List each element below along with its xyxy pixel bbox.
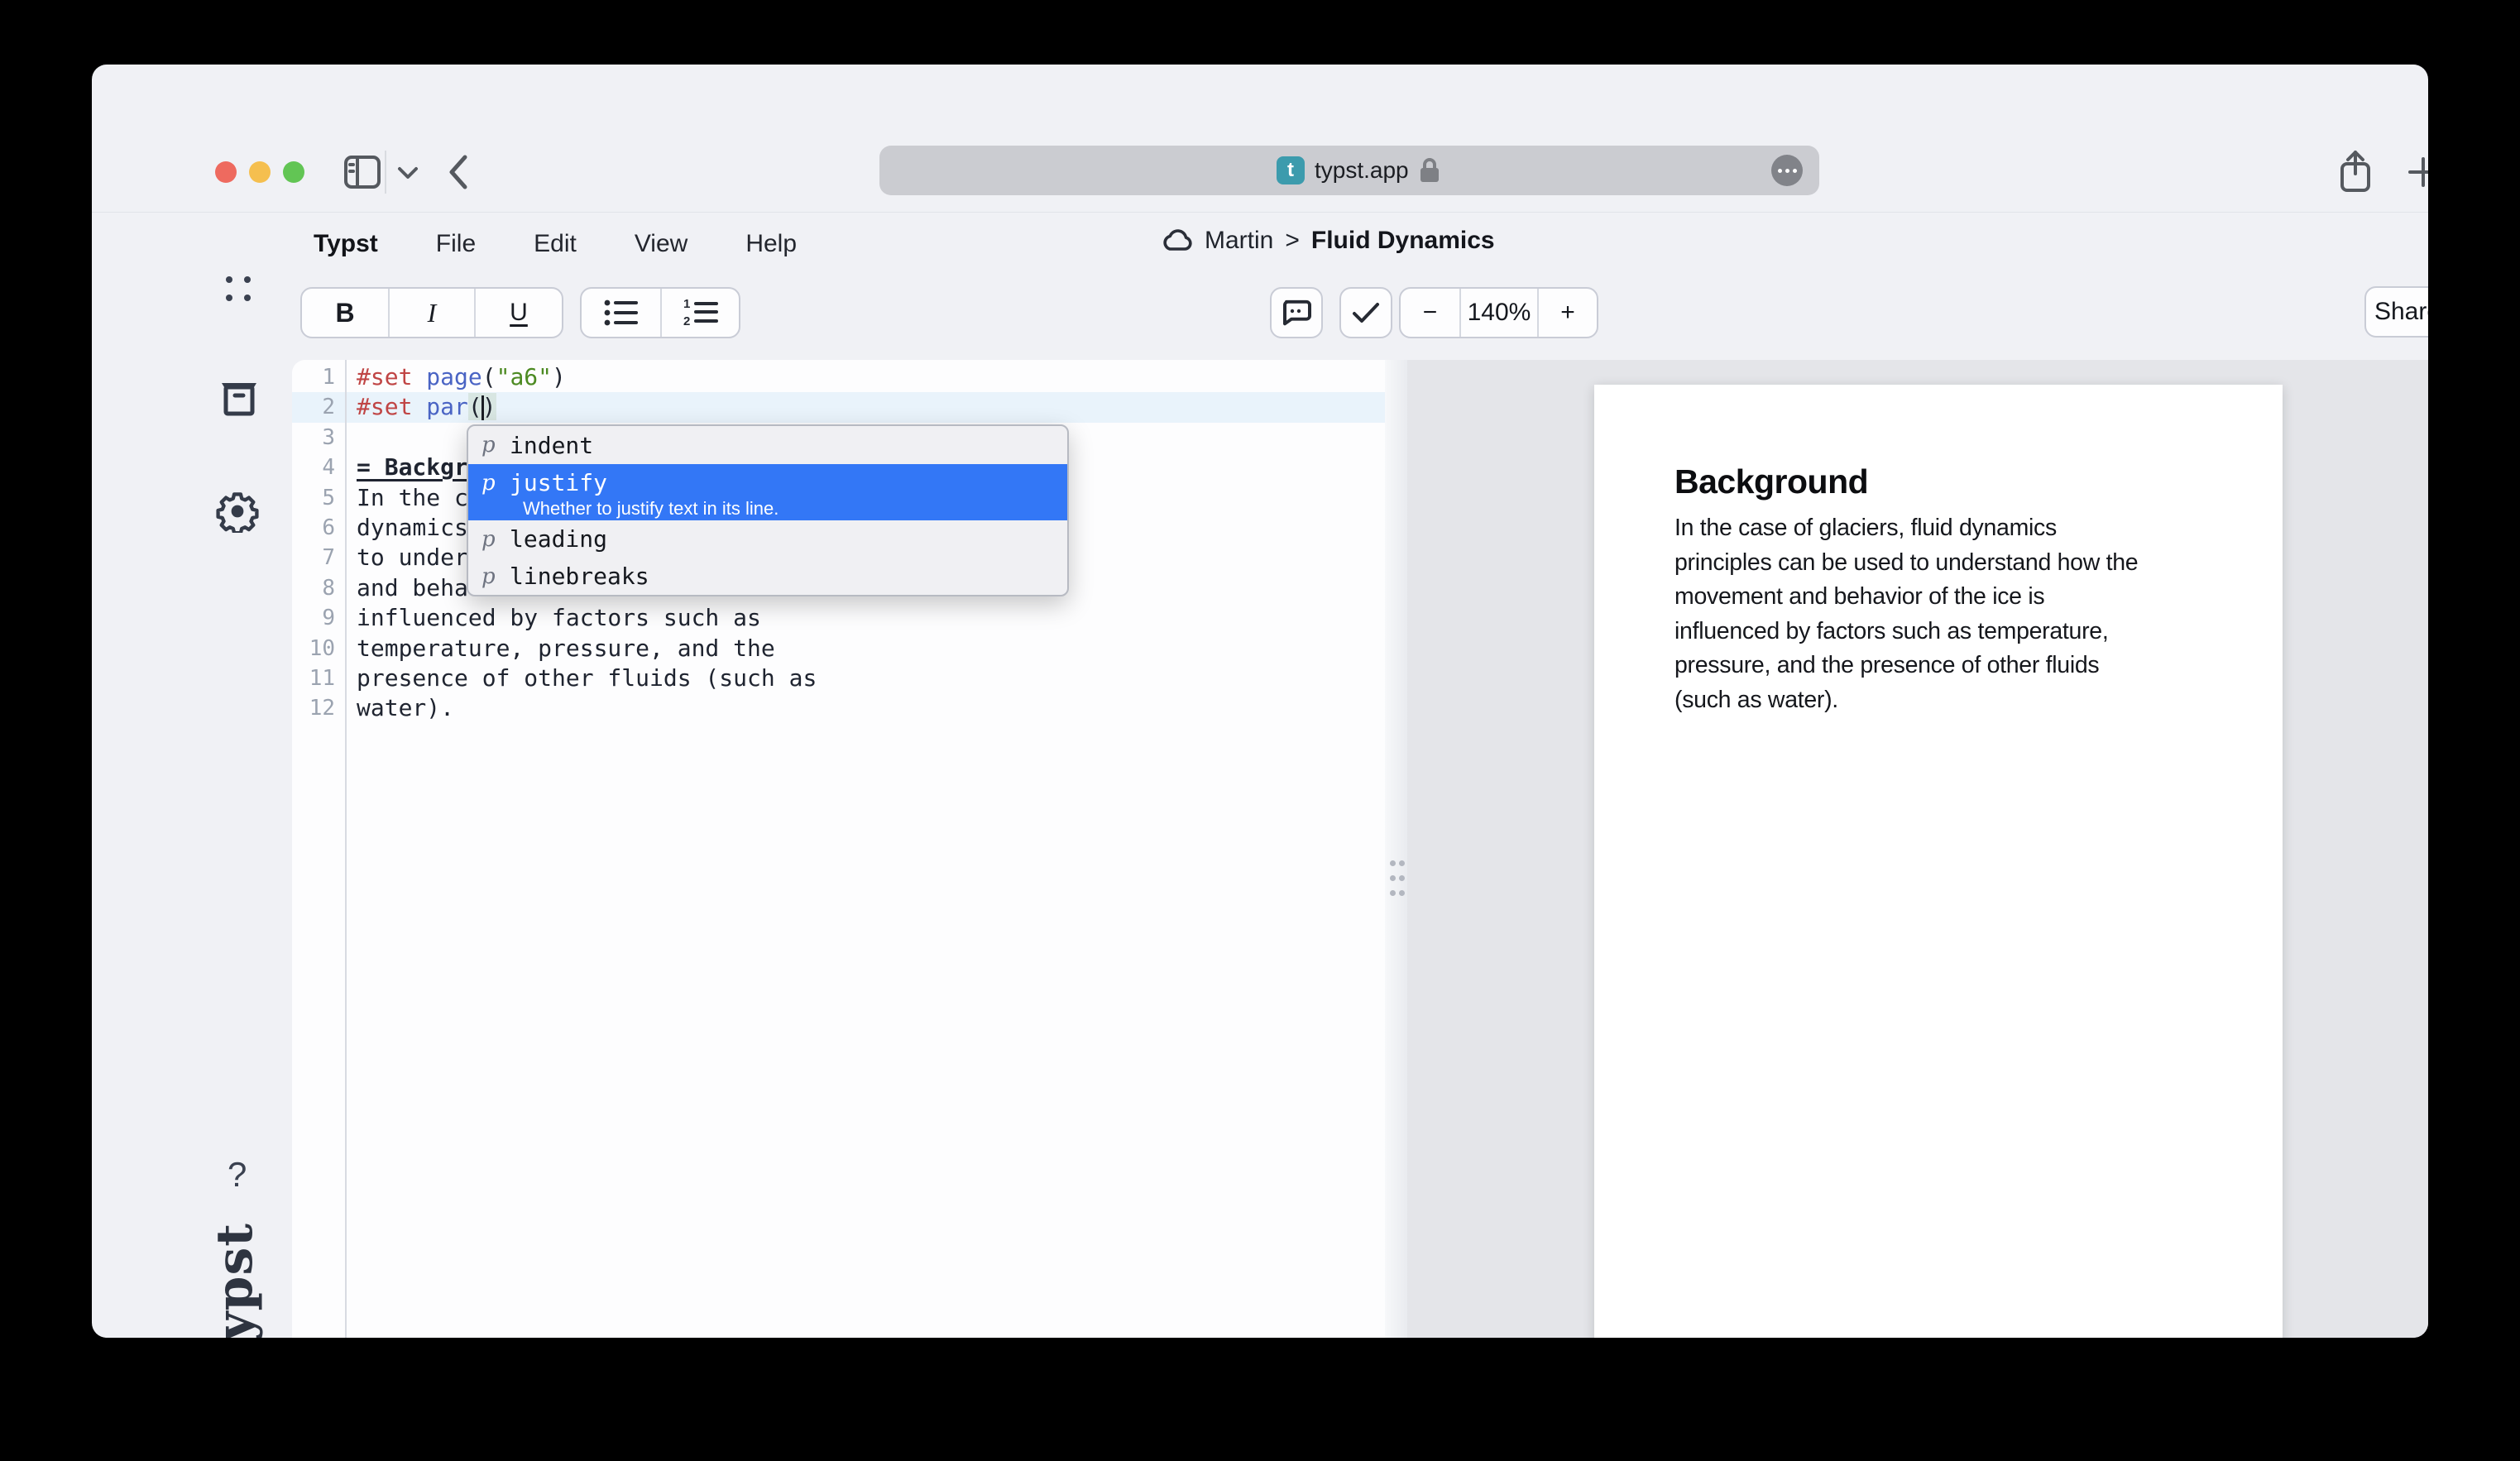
settings-gear-icon[interactable] <box>216 490 259 533</box>
doc-body-line: influenced by factors such as temperatur… <box>1674 615 2202 649</box>
zoom-out-button[interactable]: − <box>1401 289 1459 337</box>
svg-text:2: 2 <box>683 314 690 328</box>
menu-help[interactable]: Help <box>745 230 797 258</box>
new-tab-icon[interactable] <box>2405 154 2428 190</box>
pane-resize-handle[interactable] <box>1385 360 1407 1338</box>
list-group: 1 2 <box>580 287 740 338</box>
doc-body-line: pressure, and the presence of other flui… <box>1674 649 2202 683</box>
app-menu-bar: Typst File Edit View Help <box>314 230 797 258</box>
autocomplete-item-description: Whether to justify text in its line. <box>481 498 1067 520</box>
approve-button-group <box>1339 287 1392 338</box>
url-text: typst.app <box>1315 157 1409 184</box>
page-settings-icon[interactable] <box>1771 155 1803 186</box>
help-icon[interactable]: ? <box>228 1155 247 1195</box>
sidebar-toggle-icon[interactable] <box>343 152 382 192</box>
share-button[interactable]: Share <box>2366 288 2428 336</box>
breadcrumb-separator: > <box>1285 227 1300 255</box>
check-icon <box>1351 300 1381 325</box>
zoom-in-button[interactable]: + <box>1537 289 1597 337</box>
zoom-control-group: − 140% + <box>1399 287 1598 338</box>
document-page: Background In the case of glaciers, flui… <box>1594 385 2283 1338</box>
archive-box-icon[interactable] <box>218 381 261 419</box>
breadcrumb-document: Fluid Dynamics <box>1311 227 1495 255</box>
numbered-list-icon: 1 2 <box>683 298 719 328</box>
zoom-window-button[interactable] <box>283 161 304 183</box>
autocomplete-item-justify[interactable]: p justify Whether to justify text in its… <box>468 464 1067 520</box>
code-line-1: #set page("a6") <box>357 362 817 392</box>
cloud-icon <box>1162 229 1193 252</box>
share-icon[interactable] <box>2336 149 2375 195</box>
code-line-12: water). <box>357 693 817 723</box>
code-line-9: influenced by factors such as <box>357 603 817 633</box>
close-button[interactable] <box>215 161 237 183</box>
comment-button-group <box>1270 287 1323 338</box>
underline-button[interactable]: U <box>474 289 562 337</box>
browser-window: t typst.app Typst File Edit View Help <box>92 65 2428 1338</box>
text-cursor <box>481 395 484 420</box>
minimize-button[interactable] <box>249 161 271 183</box>
doc-body-line: (such as water). <box>1674 683 2202 718</box>
favicon-letter: t <box>1287 159 1294 182</box>
back-icon[interactable] <box>443 151 473 194</box>
svg-text:1: 1 <box>683 298 690 311</box>
chevron-down-icon[interactable] <box>395 162 421 182</box>
check-button[interactable] <box>1341 289 1391 337</box>
autocomplete-item-indent[interactable]: p indent <box>468 426 1067 464</box>
doc-body-line: In the case of glaciers, fluid dynamics <box>1674 511 2202 546</box>
line-number-gutter: 1 2 3 4 5 6 7 8 9 10 11 12 <box>292 362 335 724</box>
italic-button[interactable]: I <box>388 289 474 337</box>
menu-file[interactable]: File <box>436 230 476 258</box>
code-line-10: temperature, pressure, and the <box>357 634 817 663</box>
share-group: Share <box>2364 286 2428 338</box>
breadcrumb-workspace[interactable]: Martin <box>1205 227 1273 255</box>
menu-view[interactable]: View <box>635 230 687 258</box>
toolbar-separator <box>92 212 2428 213</box>
autocomplete-item-leading[interactable]: p leading <box>468 520 1067 558</box>
preview-pane[interactable]: Background In the case of glaciers, flui… <box>1407 360 2428 1338</box>
address-bar[interactable]: t typst.app <box>879 146 1819 195</box>
site-favicon: t <box>1277 156 1305 184</box>
code-line-2: #set par() <box>357 392 817 422</box>
menu-edit[interactable]: Edit <box>534 230 577 258</box>
text-style-group: B I U <box>300 287 563 338</box>
code-line-11: presence of other fluids (such as <box>357 663 817 693</box>
bullet-list-button[interactable] <box>582 289 660 337</box>
menu-typst[interactable]: Typst <box>314 230 378 258</box>
bullet-list-icon <box>603 298 640 328</box>
doc-body-line: principles can be used to understand how… <box>1674 546 2202 581</box>
lock-icon <box>1419 157 1440 184</box>
autocomplete-popup: p indent p justify Whether to justify te… <box>467 424 1069 596</box>
autocomplete-item-linebreaks[interactable]: p linebreaks <box>468 558 1067 595</box>
zoom-level[interactable]: 140% <box>1459 289 1537 337</box>
numbered-list-button[interactable]: 1 2 <box>660 289 739 337</box>
bold-button[interactable]: B <box>302 289 388 337</box>
comment-icon <box>1282 299 1311 327</box>
toolbar-divider <box>385 151 386 194</box>
doc-heading: Background <box>1674 462 2202 501</box>
breadcrumb: Martin > Fluid Dynamics <box>1162 227 1495 255</box>
comment-button[interactable] <box>1272 289 1321 337</box>
doc-body-line: movement and behavior of the ice is <box>1674 580 2202 615</box>
typst-logo: typst <box>206 1223 264 1338</box>
gutter-divider <box>345 360 347 1338</box>
